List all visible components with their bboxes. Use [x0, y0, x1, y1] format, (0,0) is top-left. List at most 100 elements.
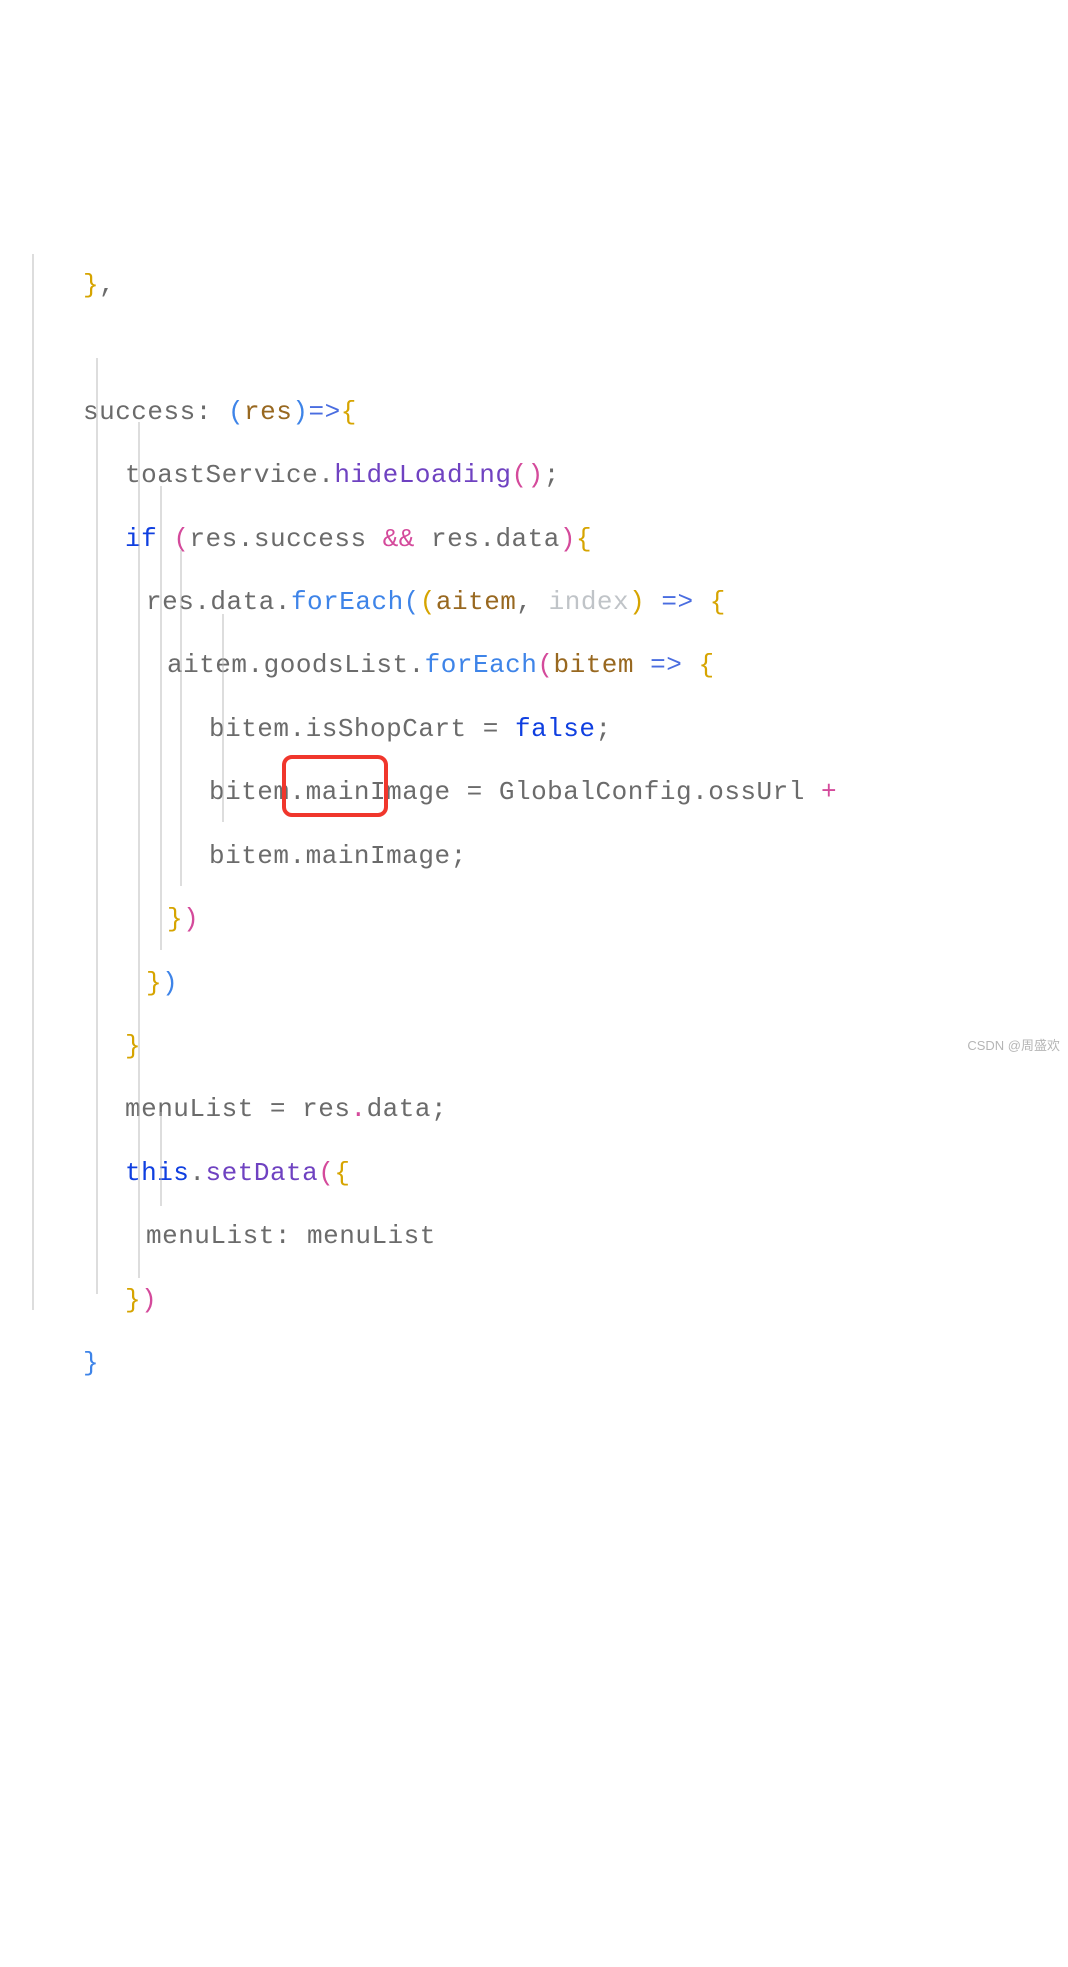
- code-line: }: [20, 1332, 1068, 1395]
- code-token: [805, 777, 821, 807]
- indent-guide: [96, 358, 98, 1294]
- indent-guide: [160, 486, 162, 950]
- code-token: .: [479, 524, 495, 554]
- code-token: ): [162, 968, 178, 998]
- code-token: (: [318, 1158, 334, 1188]
- code-line: toastService.hideLoading();: [20, 444, 1068, 507]
- code-token: (: [511, 460, 527, 490]
- code-token: &&: [383, 524, 415, 554]
- code-token: ,: [516, 587, 548, 617]
- code-token: res: [431, 524, 479, 554]
- code-token: [415, 524, 431, 554]
- code-token: false: [515, 714, 596, 744]
- code-token: ): [292, 397, 308, 427]
- code-token: setData: [206, 1158, 319, 1188]
- code-token: {: [698, 650, 714, 680]
- code-token: }: [83, 1348, 99, 1378]
- code-token: forEach: [425, 650, 538, 680]
- code-token: {: [334, 1158, 350, 1188]
- code-token: goodsList: [264, 650, 409, 680]
- code-token: ): [141, 1285, 157, 1315]
- code-token: =>: [308, 397, 340, 427]
- code-line: }): [20, 1269, 1068, 1332]
- code-token: ;: [431, 1094, 447, 1124]
- code-token: .: [290, 714, 306, 744]
- code-token: }: [167, 904, 183, 934]
- code-token: =: [451, 777, 499, 807]
- code-token: this: [125, 1158, 189, 1188]
- code-line: }: [20, 1015, 1068, 1078]
- indent-guide: [222, 614, 224, 822]
- code-token: bitem: [554, 650, 635, 680]
- indent-guide: [32, 254, 34, 1310]
- code-token: data: [495, 524, 559, 554]
- code-token: isShopCart: [306, 714, 467, 744]
- code-token: [634, 650, 650, 680]
- code-token: .: [290, 841, 306, 871]
- code-token: GlobalConfig: [499, 777, 692, 807]
- code-token: .: [409, 650, 425, 680]
- code-line: res.data.forEach((aitem, index) => {: [20, 571, 1068, 634]
- code-token: .: [189, 1158, 205, 1188]
- code-token: ): [183, 904, 199, 934]
- code-token: .: [194, 587, 210, 617]
- indent-guide: [180, 550, 182, 886]
- code-token: (: [404, 587, 420, 617]
- code-line: success: (res)=>{: [20, 381, 1068, 444]
- indent-guide: [160, 1112, 162, 1206]
- code-token: ): [528, 460, 544, 490]
- code-token: ;: [544, 460, 560, 490]
- code-token: data: [367, 1094, 431, 1124]
- code-token: .: [238, 524, 254, 554]
- code-line: }): [20, 888, 1068, 951]
- code-token: res: [302, 1094, 350, 1124]
- code-token: res: [146, 587, 194, 617]
- code-token: res: [244, 397, 292, 427]
- code-token: data: [210, 587, 274, 617]
- code-line: menuList: menuList: [20, 1205, 1068, 1268]
- code-token: menuList: [307, 1221, 436, 1251]
- code-token: .: [275, 587, 291, 617]
- code-token: :: [275, 1221, 307, 1251]
- code-line: bitem.isShopCart = false;: [20, 698, 1068, 761]
- code-token: [645, 587, 661, 617]
- code-line: bitem.mainImage;: [20, 825, 1068, 888]
- code-line: menuList = res.data;: [20, 1078, 1068, 1141]
- code-token: mainImage: [306, 777, 451, 807]
- indent-guide: [138, 422, 140, 1278]
- code-token: {: [341, 397, 357, 427]
- watermark: CSDN @周盛欢: [967, 1039, 1060, 1052]
- code-token: menuList: [125, 1094, 254, 1124]
- code-token: (: [228, 397, 244, 427]
- code-token: (: [420, 587, 436, 617]
- code-line: this.setData({: [20, 1142, 1068, 1205]
- code-token: [694, 587, 710, 617]
- code-line: [20, 317, 1068, 380]
- code-token: =: [467, 714, 515, 744]
- code-token: }: [83, 270, 99, 300]
- code-line: },: [20, 254, 1068, 317]
- code-token: success: [254, 524, 367, 554]
- code-token: .: [318, 460, 334, 490]
- code-token: :: [196, 397, 228, 427]
- code-token: .: [290, 777, 306, 807]
- code-token: {: [576, 524, 592, 554]
- code-token: hideLoading: [334, 460, 511, 490]
- code-token: .: [248, 650, 264, 680]
- code-token: forEach: [291, 587, 404, 617]
- code-token: ;: [595, 714, 611, 744]
- code-token: [367, 524, 383, 554]
- code-token: ): [629, 587, 645, 617]
- code-token: ;: [451, 841, 467, 871]
- code-token: }: [146, 968, 162, 998]
- code-token: mainImage: [306, 841, 451, 871]
- code-token: index: [549, 587, 630, 617]
- code-token: ): [560, 524, 576, 554]
- code-line: if (res.success && res.data){: [20, 508, 1068, 571]
- code-token: ossUrl: [708, 777, 805, 807]
- code-editor[interactable]: }, success: (res)=>{toastService.hideLoa…: [0, 254, 1068, 1396]
- code-line: aitem.goodsList.forEach(bitem => {: [20, 634, 1068, 697]
- code-token: .: [692, 777, 708, 807]
- code-token: =>: [661, 587, 693, 617]
- code-token: ,: [99, 270, 115, 300]
